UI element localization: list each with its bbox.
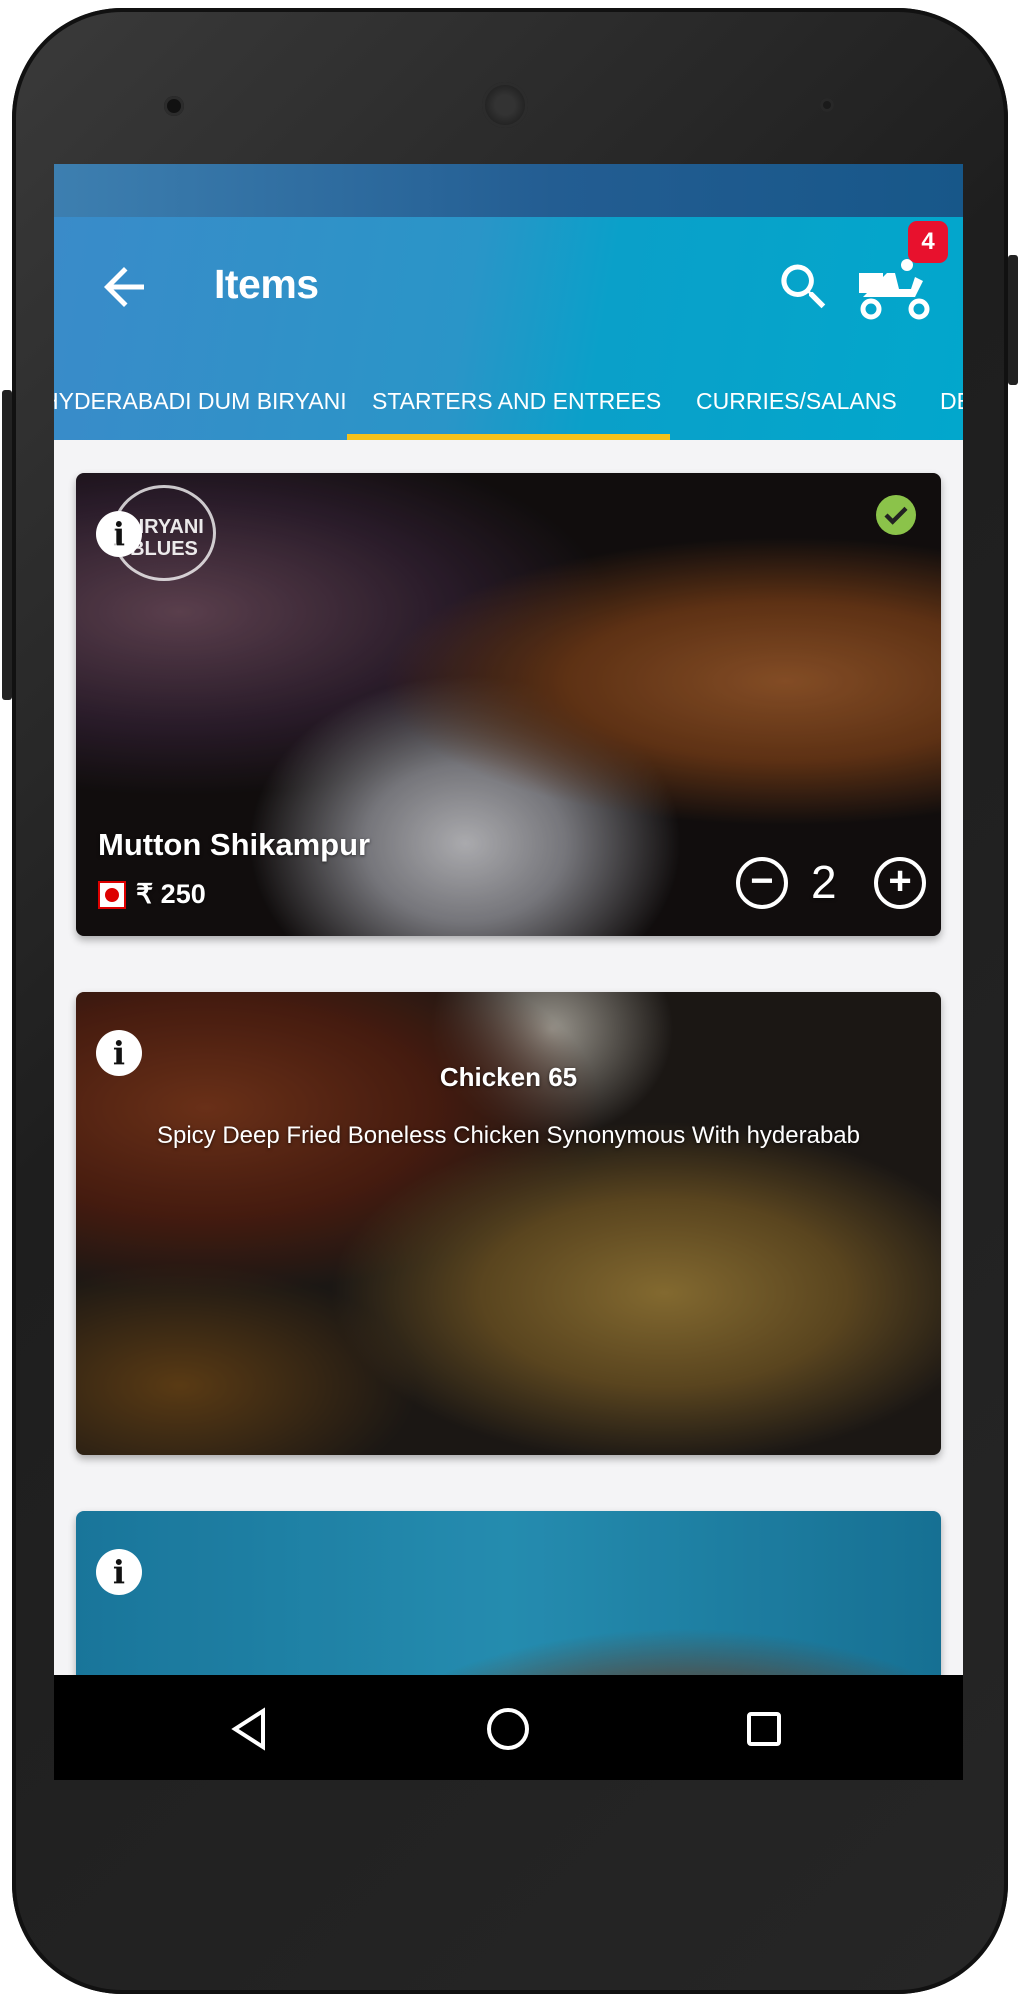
screen: Items 4 HYDERABADI DUM BIRYANI STARTERS … <box>54 164 963 1780</box>
brand-logo: BIRYANI BLUES <box>112 485 216 581</box>
selected-check-icon <box>876 495 916 535</box>
tab-curries-salans[interactable]: CURRIES/SALANS <box>696 367 897 440</box>
navigation-bar <box>54 1675 963 1780</box>
decrease-quantity-button[interactable]: − <box>736 857 788 909</box>
quantity-value: 2 <box>811 856 837 908</box>
volume-button <box>2 390 12 700</box>
cart-count-badge: 4 <box>908 221 948 263</box>
search-icon[interactable] <box>774 257 834 317</box>
recents-nav-icon[interactable] <box>746 1711 782 1747</box>
item-name: Mutton Shikampur <box>98 827 371 862</box>
home-nav-icon[interactable] <box>486 1707 530 1751</box>
item-price: ₹ 250 <box>136 879 206 909</box>
info-icon[interactable]: i <box>96 1549 142 1595</box>
category-tabs: HYDERABADI DUM BIRYANI STARTERS AND ENTR… <box>54 367 963 440</box>
status-bar <box>54 164 963 217</box>
item-card[interactable]: i Chicken 65 Spicy Deep Fried Boneless C… <box>76 992 941 1455</box>
back-nav-icon[interactable] <box>229 1707 269 1751</box>
item-name: Chicken 65 <box>439 1062 578 1092</box>
back-arrow-icon[interactable] <box>94 257 154 317</box>
power-button <box>1008 255 1018 385</box>
speaker-grill <box>482 82 528 128</box>
page-title: Items <box>214 261 319 307</box>
tab-more[interactable]: DE <box>940 367 963 440</box>
item-description: Spicy Deep Fried Boneless Chicken Synony… <box>156 1122 861 1149</box>
tab-starters-and-entrees[interactable]: STARTERS AND ENTREES <box>372 367 661 440</box>
app-bar: Items 4 HYDERABADI DUM BIRYANI STARTERS … <box>54 217 963 440</box>
item-card[interactable]: i BIRYANI BLUES Mutton Shikampur ₹ 250 − … <box>76 473 941 936</box>
front-camera <box>164 96 184 116</box>
selected-tab-indicator <box>347 434 670 440</box>
sensor <box>820 98 834 112</box>
tab-hyderabadi-dum-biryani[interactable]: HYDERABADI DUM BIRYANI <box>54 367 347 440</box>
delivery-scooter-icon[interactable] <box>859 257 935 321</box>
veg-nonveg-indicator <box>98 881 126 909</box>
increase-quantity-button[interactable]: + <box>874 857 926 909</box>
